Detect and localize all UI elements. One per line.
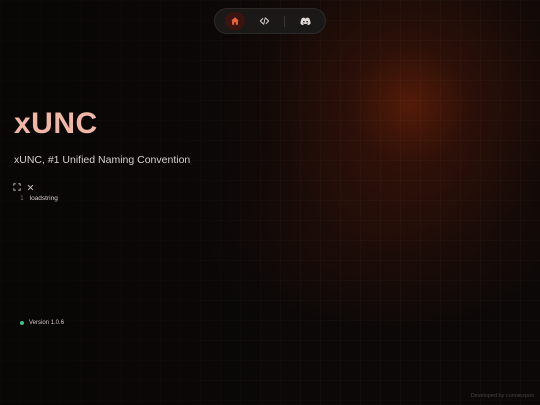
panel-controls	[13, 183, 34, 193]
version-label: Version 1.0.6	[29, 320, 65, 326]
nav-home-button[interactable]	[225, 12, 245, 30]
expand-button[interactable]	[13, 183, 21, 191]
discord-icon	[299, 17, 311, 25]
expand-icon	[13, 183, 21, 191]
home-icon	[231, 17, 239, 25]
nav-code-button[interactable]	[254, 12, 274, 30]
page-subtitle: xUNC, #1 Unified Naming Convention	[14, 154, 191, 166]
page-title: xUNC	[14, 107, 98, 140]
list-item-label: loadstring	[29, 195, 58, 202]
list-item-number: 1	[20, 195, 24, 202]
nav-discord-button[interactable]	[295, 12, 315, 30]
close-icon	[27, 184, 33, 190]
background-vignette	[0, 0, 540, 405]
close-button[interactable]	[26, 183, 34, 191]
top-nav-bar	[214, 8, 326, 34]
nav-separator	[284, 16, 285, 27]
code-icon	[259, 17, 269, 25]
credit-text: Developed by cunniezpoo	[470, 393, 534, 399]
status-dot-icon	[20, 321, 24, 325]
version-indicator: Version 1.0.6	[20, 320, 64, 326]
list-item[interactable]: 1 loadstring	[20, 195, 58, 202]
